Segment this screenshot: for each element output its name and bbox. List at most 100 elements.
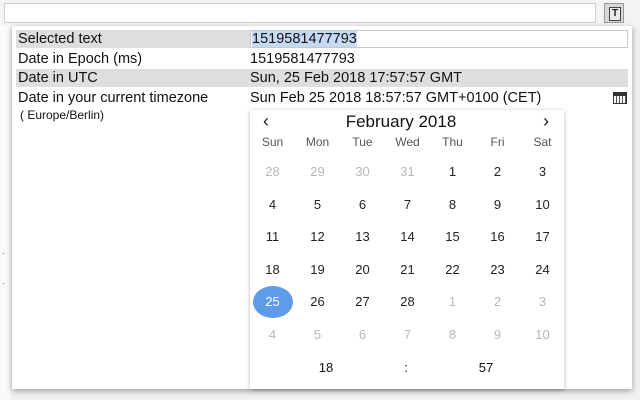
- day-number: 20: [355, 261, 370, 277]
- day-cell[interactable]: 16: [475, 223, 520, 251]
- next-month-button[interactable]: ›: [534, 110, 558, 134]
- selected-text-field[interactable]: 1519581477793: [250, 30, 628, 48]
- day-cell[interactable]: 10: [520, 321, 565, 349]
- day-cell[interactable]: 7: [385, 191, 430, 219]
- day-cell[interactable]: 19: [295, 256, 340, 284]
- day-number: 28: [400, 294, 415, 309]
- weekday-header: Thu: [442, 135, 463, 149]
- day-cell[interactable]: 13: [340, 223, 385, 251]
- timezone-name: ( Europe/Berlin): [20, 108, 105, 122]
- row-local-time: Date in your current timezone Sun Feb 25…: [16, 89, 628, 107]
- day-cell[interactable]: 8: [430, 191, 475, 219]
- weekday-header: Mon: [305, 135, 330, 149]
- weekday-header: Fri: [490, 135, 505, 149]
- day-cell[interactable]: 10: [520, 191, 565, 219]
- day-number: 28: [265, 164, 280, 179]
- day-cell[interactable]: 4: [250, 191, 295, 219]
- day-cell[interactable]: 9: [475, 191, 520, 219]
- day-cell[interactable]: 21: [385, 256, 430, 284]
- day-cell[interactable]: 28: [385, 288, 430, 316]
- hour-selector[interactable]: 18: [296, 354, 356, 382]
- day-number: 27: [355, 294, 370, 309]
- weekday-header: Tue: [352, 135, 373, 149]
- day-cell[interactable]: 23: [475, 256, 520, 284]
- day-cell[interactable]: 6: [340, 321, 385, 349]
- day-number: 6: [358, 326, 367, 342]
- day-number: 7: [403, 196, 412, 212]
- day-number: 24: [535, 261, 550, 277]
- day-number: 18: [265, 261, 280, 277]
- day-number: 9: [493, 196, 502, 212]
- row-label: Date in UTC: [18, 70, 98, 86]
- day-number: 13: [355, 229, 370, 244]
- time-separator: :: [404, 360, 408, 375]
- weekday-header: Sat: [533, 135, 552, 149]
- utc-value: Sun, 25 Feb 2018 17:57:57 GMT: [250, 70, 462, 86]
- converter-popup: Selected text 1519581477793 Date in Epoc…: [12, 26, 632, 389]
- row-label: Date in Epoch (ms): [18, 51, 143, 67]
- minute-selector[interactable]: 57: [456, 354, 516, 382]
- day-cell[interactable]: 3: [520, 158, 565, 186]
- day-cell[interactable]: 5: [295, 191, 340, 219]
- day-number: 7: [403, 326, 412, 342]
- day-number: 30: [355, 164, 370, 179]
- day-cell[interactable]: 1: [430, 288, 475, 316]
- day-number: 5: [313, 196, 322, 212]
- address-bar[interactable]: [4, 3, 596, 23]
- day-number: 5: [313, 326, 322, 342]
- extension-button[interactable]: T: [604, 3, 624, 23]
- background-mark: ·: [2, 278, 5, 288]
- day-number: 25: [265, 294, 280, 309]
- row-utc: Date in UTC Sun, 25 Feb 2018 17:57:57 GM…: [16, 69, 628, 87]
- day-cell[interactable]: 7: [385, 321, 430, 349]
- day-number: 8: [448, 326, 457, 342]
- day-number: 4: [268, 326, 277, 342]
- day-number: 16: [490, 229, 505, 244]
- day-cell[interactable]: 18: [250, 256, 295, 284]
- day-cell[interactable]: 4: [250, 321, 295, 349]
- day-number: 31: [400, 164, 415, 179]
- day-cell[interactable]: 9: [475, 321, 520, 349]
- day-number: 15: [445, 229, 460, 244]
- day-cell[interactable]: 28: [250, 158, 295, 186]
- day-cell[interactable]: 1: [430, 158, 475, 186]
- day-number: 8: [448, 196, 457, 212]
- day-cell[interactable]: 2: [475, 288, 520, 316]
- day-cell[interactable]: 26: [295, 288, 340, 316]
- day-number: 3: [538, 164, 547, 179]
- day-cell[interactable]: 12: [295, 223, 340, 251]
- browser-toolbar: T: [0, 0, 640, 26]
- day-cell[interactable]: 29: [295, 158, 340, 186]
- day-number: 11: [265, 229, 280, 244]
- day-cell[interactable]: 15: [430, 223, 475, 251]
- day-cell[interactable]: 14: [385, 223, 430, 251]
- background-mark: ·: [2, 248, 5, 258]
- day-number: 10: [535, 196, 550, 212]
- row-label: Selected text: [18, 31, 102, 47]
- day-cell[interactable]: 6: [340, 191, 385, 219]
- day-number: 29: [310, 164, 325, 179]
- day-number: 4: [268, 196, 277, 212]
- day-cell[interactable]: 27: [340, 288, 385, 316]
- selected-text-value: 1519581477793: [252, 31, 357, 47]
- day-number: 26: [310, 294, 325, 309]
- calendar-icon[interactable]: [613, 92, 627, 104]
- day-number: 10: [535, 326, 550, 342]
- background-page-strip: · ·: [0, 26, 10, 400]
- day-cell[interactable]: 20: [340, 256, 385, 284]
- day-cell[interactable]: 31: [385, 158, 430, 186]
- day-number: 9: [493, 326, 502, 342]
- day-cell[interactable]: 5: [295, 321, 340, 349]
- day-cell[interactable]: 22: [430, 256, 475, 284]
- day-cell[interactable]: 8: [430, 321, 475, 349]
- row-label: Date in your current timezone: [18, 90, 209, 106]
- day-number: 22: [445, 261, 460, 277]
- day-cell[interactable]: 3: [520, 288, 565, 316]
- day-cell[interactable]: 24: [520, 256, 565, 284]
- day-cell[interactable]: 17: [520, 223, 565, 251]
- day-cell-selected[interactable]: 25: [250, 286, 295, 318]
- day-cell[interactable]: 2: [475, 158, 520, 186]
- day-cell[interactable]: 30: [340, 158, 385, 186]
- day-cell[interactable]: 11: [250, 223, 295, 251]
- day-number: 6: [358, 196, 367, 212]
